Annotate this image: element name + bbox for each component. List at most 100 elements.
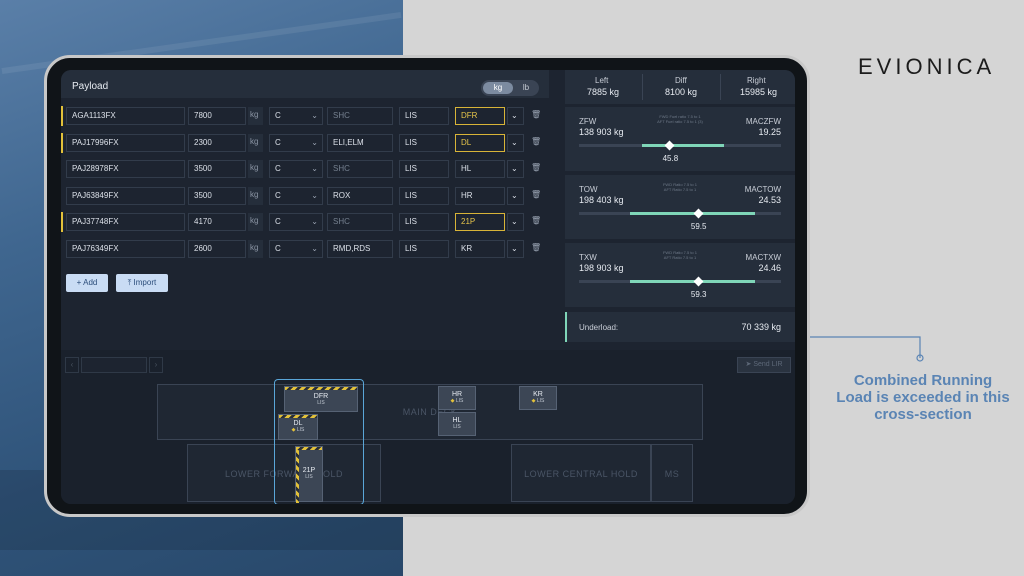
position-dropdown-button[interactable]: ⌄ [507,213,524,232]
class-select[interactable]: C ⌄ [269,213,323,232]
right-value: 15985 kg [740,87,778,97]
unit-lb-option[interactable]: lb [517,82,535,94]
position-field[interactable]: DL [455,133,505,152]
destination-field[interactable]: LIS [399,133,449,152]
awb-field[interactable]: PAJ17996FX [66,133,185,152]
uld-kr-label: KR [533,391,543,398]
position-field[interactable]: HR [455,186,505,205]
add-button[interactable]: + Add [66,274,108,292]
send-lir-button[interactable]: ➤ Send LIR [737,357,791,373]
tow-range-fill [629,212,755,215]
awb-field[interactable]: PAJ63849FX [66,186,185,205]
add-button-label: Add [83,278,98,287]
diff-label: Diff [675,76,687,85]
underload-panel: Underload: 70 339 kg [565,312,795,342]
position-dropdown-button[interactable]: ⌄ [507,133,524,152]
main-deck: MAIN DECK [157,384,703,440]
weight-field[interactable]: 3500 [188,186,246,205]
position-field[interactable]: 21P [455,213,505,232]
zfw-value: 138 903 kg [579,127,624,137]
shc-field[interactable]: ROX [327,186,393,205]
import-button[interactable]: ⤒ Import [116,274,168,292]
shc-field[interactable]: SHC [327,107,393,125]
chevron-left-icon[interactable]: ‹ [65,357,79,373]
import-button-label: Import [133,278,157,287]
shc-field[interactable]: RMD,RDS [327,240,393,258]
position-dropdown-button[interactable]: ⌄ [507,160,524,179]
tow-label: TOW [579,185,598,194]
warning-hatch [296,447,322,450]
divider [642,74,643,100]
weight-unit: kg [248,213,263,232]
trash-icon[interactable]: 🗑 [531,136,541,148]
uld-dl[interactable]: DL ◆ LIS [278,414,318,440]
class-select[interactable]: C ⌄ [269,240,323,258]
awb-field[interactable]: AGA1113FX [66,107,185,125]
trash-icon[interactable]: 🗑 [531,162,541,174]
map-selector[interactable] [81,357,147,373]
destination-field[interactable]: LIS [399,160,449,179]
position-dropdown-button[interactable]: ⌄ [507,240,524,258]
uld-hr-label: HR [451,391,463,398]
uld-21p-dest: LIS [305,474,313,480]
weight-field[interactable]: 2600 [188,240,246,258]
unit-toggle[interactable]: kg lb [481,80,539,96]
chevron-down-icon: ⌄ [311,217,318,227]
divider [720,74,721,100]
weight-field[interactable]: 7800 [188,107,246,125]
destination-field[interactable]: LIS [399,107,449,125]
class-select[interactable]: C ⌄ [269,133,323,152]
unit-kg-option[interactable]: kg [483,82,513,94]
warning-indicator [61,106,63,126]
table-row: PAJ63849FX 3500 kg C ⌄ ROX LIS HR ⌄ 🗑 [61,186,549,206]
destination-field[interactable]: LIS [399,213,449,232]
zfw-note-aft: AFT Fuel ratio 7.5 to 1 (3) [657,119,703,124]
warning-indicator [61,212,63,233]
payload-header: Payload kg lb [61,70,549,98]
uld-21p[interactable]: 21P LIS [295,446,323,503]
awb-field[interactable]: PAJ28978FX [66,160,185,179]
table-row: PAJ28978FX 3500 kg C ⌄ SHC LIS HL ⌄ 🗑 [61,159,549,179]
diff-value: 8100 kg [665,87,698,97]
lower-central-hold: LOWER CENTRAL HOLD [511,444,651,502]
position-dropdown-button[interactable]: ⌄ [507,107,524,125]
weight-field[interactable]: 3500 [188,160,246,179]
destination-field[interactable]: LIS [399,240,449,258]
app-screen: Payload kg lb AGA1113FX 7800 kg C ⌄ SHC LIS DFR… [61,70,795,504]
position-field[interactable]: HL [455,160,505,179]
trash-icon[interactable]: 🗑 [531,109,541,121]
trash-icon[interactable]: 🗑 [531,242,541,254]
trash-icon[interactable]: 🗑 [531,189,541,201]
weight-field[interactable]: 4170 [188,213,246,232]
class-select[interactable]: C ⌄ [269,107,323,125]
zfw-index-value: 45.8 [662,154,679,163]
shc-field[interactable]: SHC [327,160,393,179]
uld-21p-label: 21P [302,467,316,474]
ms-hold-label: MS [664,469,680,479]
weight-field[interactable]: 2300 [188,133,246,152]
uld-hr[interactable]: HR ◆ LIS [438,386,476,410]
tow-mac-value: 24.53 [758,195,781,205]
position-field[interactable]: KR [455,240,505,258]
warning-hatch [285,387,357,390]
position-dropdown-button[interactable]: ⌄ [507,186,524,205]
tow-panel: TOW 198 403 kg MACTOW 24.53 FWD Ratio 7.5 to… [565,175,795,239]
payload-rows: AGA1113FX 7800 kg C ⌄ SHC LIS DFR ⌄ 🗑 PAJ17996FX 23… [61,106,549,268]
shc-field[interactable]: SHC [327,213,393,232]
chevron-right-icon[interactable]: › [149,357,163,373]
txw-note-aft: AFT Ratio 7.5 to 1 [663,255,697,260]
position-field[interactable]: DFR [455,107,505,125]
page-title: Payload [72,81,109,92]
destination-field[interactable]: LIS [399,186,449,205]
uld-dfr[interactable]: DFR LIS [284,386,358,412]
uld-kr[interactable]: KR ◆ LIS [519,386,557,410]
shc-field[interactable]: ELI,ELM [327,133,393,152]
awb-field[interactable]: PAJ76349FX [66,240,185,258]
class-select[interactable]: C ⌄ [269,186,323,205]
trash-icon[interactable]: 🗑 [531,215,541,227]
uld-kr-dest: ◆ LIS [531,398,545,404]
class-select[interactable]: C ⌄ [269,160,323,179]
awb-field[interactable]: PAJ37748FX [66,213,185,232]
chevron-down-icon: ⌄ [311,164,318,174]
uld-hl[interactable]: HL LIS [438,412,476,436]
